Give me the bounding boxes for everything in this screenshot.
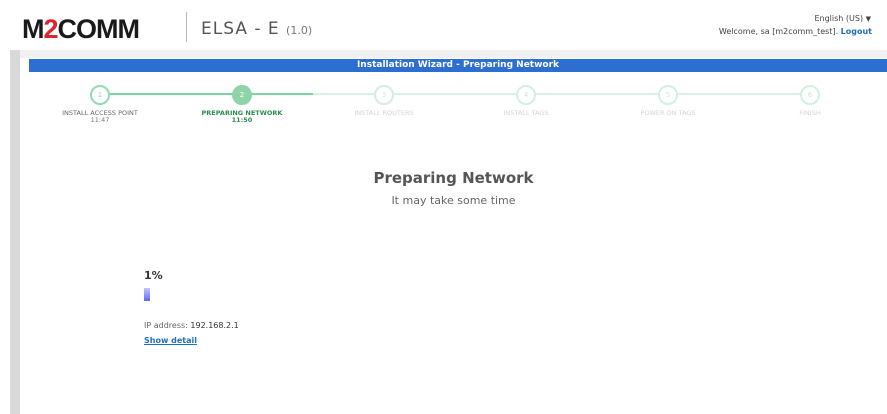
language-selector[interactable]: English (US) ▼	[814, 14, 871, 23]
ip-address-line: IP address: 192.168.2.1	[144, 321, 239, 330]
logout-link[interactable]: Logout	[841, 27, 872, 36]
app-title: ELSA - E (1.0)	[201, 18, 312, 42]
page-subtitle: It may take some time	[391, 194, 516, 207]
step-install-tags: 4 INSTALL TAGS	[456, 76, 596, 117]
wizard-panel: Installation Wizard - Preparing Network …	[20, 50, 887, 414]
app-name: ELSA - E	[201, 19, 280, 39]
ip-label: IP address:	[144, 321, 188, 330]
page-title: Preparing Network	[373, 169, 534, 187]
user-info: Welcome, sa [m2comm_test]. Logout	[719, 27, 872, 36]
progress-bar	[144, 288, 644, 301]
logo-accent: 2	[43, 14, 59, 44]
language-label: English (US)	[814, 14, 864, 23]
step-circle: 1	[90, 85, 110, 105]
logo-suffix: COMM	[57, 14, 140, 44]
caret-down-icon: ▼	[865, 15, 871, 23]
logo-prefix: M	[22, 14, 44, 44]
step-label: FINISH	[799, 109, 821, 117]
step-finish: 6 FINISH	[740, 76, 880, 117]
progress-bar-fill	[144, 288, 150, 301]
step-install-routers: 3 INSTALL ROUTERS	[314, 76, 454, 117]
progress-percent: 1%	[144, 269, 163, 282]
step-label: INSTALL ROUTERS	[354, 109, 414, 117]
step-circle: 5	[658, 85, 678, 105]
step-time: 11:47	[90, 116, 110, 124]
step-power-on-tags: 5 POWER ON TAGS	[598, 76, 738, 117]
step-circle: 2	[232, 85, 252, 105]
step-label: POWER ON TAGS	[640, 109, 696, 117]
step-time: 11:50	[231, 116, 253, 124]
brand-logo: M2COMM	[22, 14, 140, 44]
step-label: INSTALL TAGS	[503, 109, 549, 117]
panel-top-strip	[20, 50, 887, 58]
step-circle: 3	[374, 85, 394, 105]
step-preparing-network: 2 PREPARING NETWORK 11:50	[172, 76, 312, 124]
ip-value: 192.168.2.1	[190, 321, 239, 330]
step-install-access-point: 1 INSTALL ACCESS POINT 11:47	[30, 76, 170, 124]
welcome-text: Welcome, sa [m2comm_test].	[718, 27, 839, 36]
step-circle: 6	[800, 85, 820, 105]
header: M2COMM ELSA - E (1.0) English (US) ▼ Wel…	[0, 0, 887, 50]
left-edge	[10, 50, 20, 414]
logo-divider	[186, 12, 187, 42]
step-circle: 4	[516, 85, 536, 105]
wizard-steps: 1 INSTALL ACCESS POINT 11:47 2 PREPARING…	[20, 76, 887, 136]
wizard-title-bar: Installation Wizard - Preparing Network	[29, 59, 887, 72]
show-detail-link[interactable]: Show detail	[144, 336, 197, 345]
app-version: (1.0)	[286, 24, 313, 37]
